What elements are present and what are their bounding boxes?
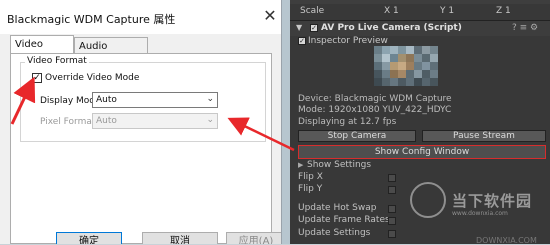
flip-x-checkbox[interactable] xyxy=(388,174,396,182)
pause-stream-button[interactable]: Pause Stream xyxy=(422,130,546,142)
cancel-button[interactable]: 取消 xyxy=(142,232,218,244)
tab-video-format[interactable]: Video Format xyxy=(10,35,74,67)
show-config-window-button[interactable]: Show Config Window xyxy=(298,145,546,159)
foldout-arrow-icon[interactable]: ▶ xyxy=(298,161,303,169)
chevron-down-icon: ⌄ xyxy=(206,94,214,104)
background-strip xyxy=(282,0,290,244)
override-video-mode-label[interactable]: Override Video Mode xyxy=(45,73,139,83)
watermark-logo-icon xyxy=(410,182,446,218)
update-hot-swap-label: Update Hot Swap xyxy=(298,203,377,213)
scale-z-field[interactable]: Z 1 xyxy=(496,6,511,16)
chevron-down-icon: ⌄ xyxy=(206,115,214,125)
update-frame-rates-label: Update Frame Rates xyxy=(298,215,390,225)
stop-camera-button[interactable]: Stop Camera xyxy=(298,130,416,142)
pixel-format-select: Auto ⌄ xyxy=(92,113,218,129)
update-hot-swap-checkbox[interactable] xyxy=(388,205,396,213)
component-menu-icons[interactable]: ? ≡ ⚙ xyxy=(512,23,538,33)
override-video-mode-checkbox[interactable]: ✓ xyxy=(32,73,42,83)
component-enabled-checkbox[interactable]: ✓ xyxy=(310,24,318,32)
mode-info: Mode: 1920x1080 YUV_422_HDYC xyxy=(298,105,452,115)
flip-x-label: Flip X xyxy=(298,172,323,182)
flip-y-checkbox[interactable] xyxy=(388,186,396,194)
inspector-preview-checkbox[interactable]: ✓ xyxy=(298,37,306,45)
pixel-format-label: Pixel Format xyxy=(40,117,96,127)
group-label: Video Format xyxy=(25,56,89,66)
pixel-format-value: Auto xyxy=(96,116,117,126)
update-frame-rates-checkbox[interactable] xyxy=(388,217,396,225)
watermark-name: 当下软件园 xyxy=(452,192,533,210)
device-info: Device: Blackmagic WDM Capture xyxy=(298,94,452,104)
display-mode-select[interactable]: Auto ⌄ xyxy=(92,92,218,108)
scale-y-field[interactable]: Y 1 xyxy=(440,6,454,16)
watermark-sub: www.downxia.com xyxy=(452,210,508,217)
dialog-title: Blackmagic WDM Capture 属性 xyxy=(7,13,176,26)
dialog-titlebar: Blackmagic WDM Capture 属性 ✕ xyxy=(0,0,281,34)
flip-y-label: Flip Y xyxy=(298,184,323,194)
update-settings-checkbox[interactable] xyxy=(388,230,396,238)
tab-audio-format[interactable]: Audio Format xyxy=(74,37,148,69)
scale-label: Scale xyxy=(300,6,325,16)
scale-x-field[interactable]: X 1 xyxy=(384,6,399,16)
apply-button: 应用(A) xyxy=(226,232,281,244)
show-settings-foldout[interactable]: Show Settings xyxy=(307,160,371,170)
camera-preview-image xyxy=(374,46,438,86)
ok-button[interactable]: 确定 xyxy=(56,232,122,244)
update-settings-label: Update Settings xyxy=(298,228,371,238)
foldout-arrow-icon[interactable]: ▼ xyxy=(296,23,302,32)
component-title: AV Pro Live Camera (Script) xyxy=(321,23,462,33)
inspector-preview-label: Inspector Preview xyxy=(308,36,388,46)
fps-info: Displaying at 12.7 fps xyxy=(298,117,397,127)
properties-dialog: Blackmagic WDM Capture 属性 ✕ Video Format… xyxy=(0,0,282,244)
close-icon[interactable]: ✕ xyxy=(262,8,278,24)
transform-row-top xyxy=(290,0,550,4)
display-mode-value: Auto xyxy=(96,95,117,105)
